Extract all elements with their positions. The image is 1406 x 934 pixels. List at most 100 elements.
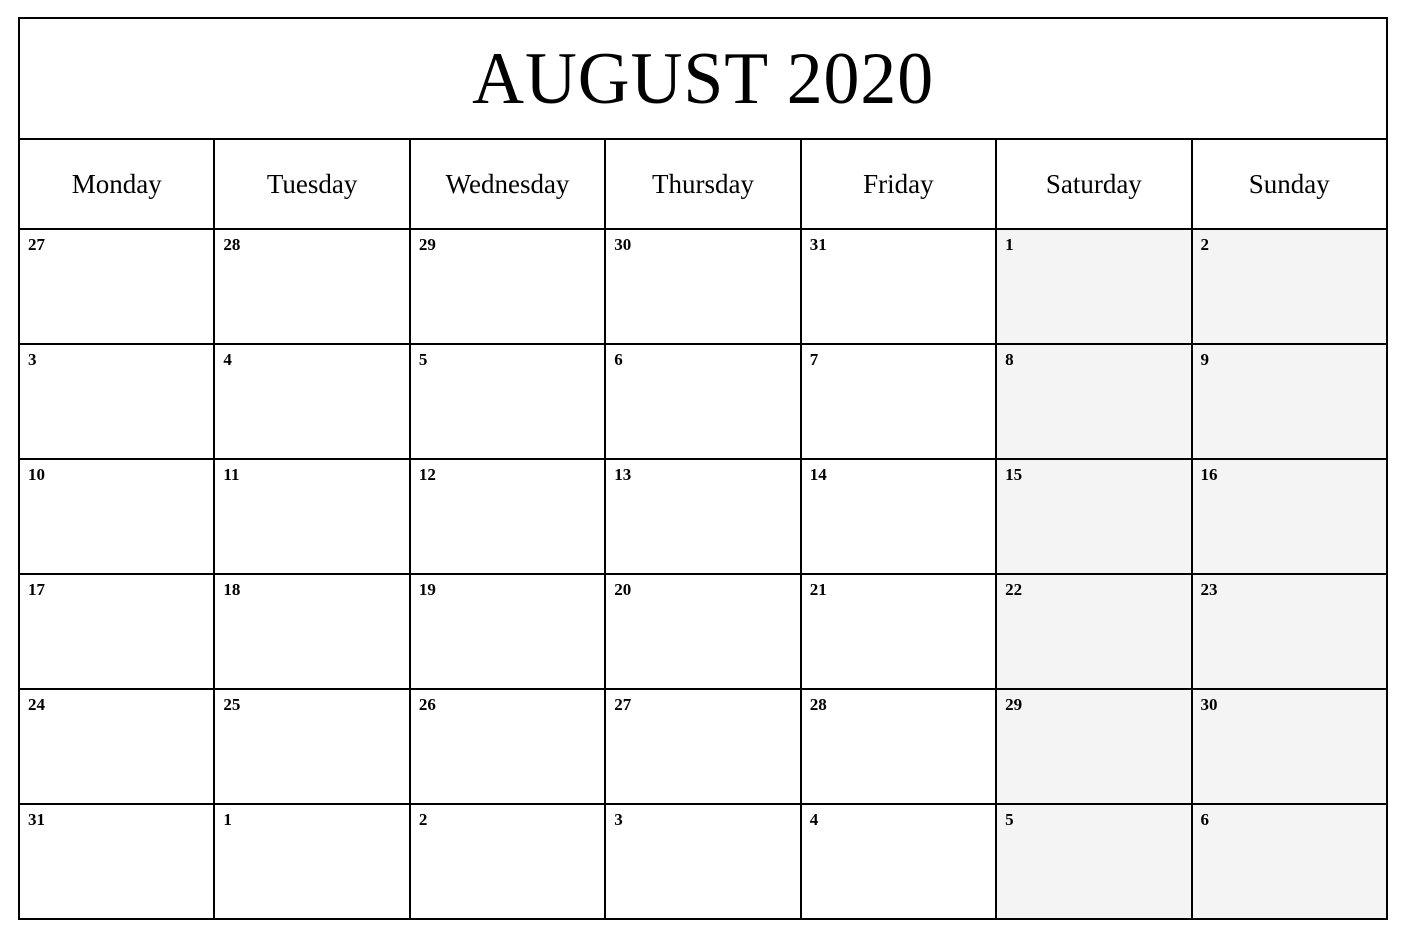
day-cell[interactable]: 1	[215, 805, 411, 918]
day-notes[interactable]	[614, 488, 793, 569]
day-cell[interactable]: 17	[20, 575, 216, 688]
day-cell[interactable]: 29	[997, 690, 1193, 803]
day-notes[interactable]	[1005, 488, 1184, 569]
day-notes[interactable]	[223, 488, 402, 569]
day-cell[interactable]: 1	[997, 230, 1193, 343]
day-cell[interactable]: 18	[215, 575, 411, 688]
weekday-header-thursday: Thursday	[606, 140, 802, 228]
day-cell[interactable]: 4	[215, 345, 411, 458]
day-cell[interactable]: 28	[801, 690, 998, 803]
day-cell[interactable]: 20	[606, 575, 802, 688]
day-notes[interactable]	[614, 718, 793, 799]
day-notes[interactable]	[419, 603, 598, 684]
day-cell[interactable]: 31	[801, 230, 998, 343]
day-cell[interactable]: 19	[410, 575, 607, 688]
day-notes[interactable]	[419, 488, 598, 569]
weekday-header-monday: Monday	[20, 140, 216, 228]
day-cell[interactable]: 13	[606, 460, 802, 573]
weekday-header-tuesday: Tuesday	[215, 140, 411, 228]
day-notes[interactable]	[810, 488, 989, 569]
day-number: 30	[1200, 695, 1218, 714]
day-cell[interactable]: 26	[410, 690, 607, 803]
day-notes[interactable]	[419, 718, 598, 799]
day-notes[interactable]	[28, 718, 207, 799]
day-cell[interactable]: 11	[215, 460, 411, 573]
day-cell[interactable]: 3	[606, 805, 802, 918]
day-notes[interactable]	[1201, 833, 1380, 914]
day-cell[interactable]: 30	[606, 230, 802, 343]
day-notes[interactable]	[810, 258, 989, 339]
day-cell[interactable]: 12	[410, 460, 607, 573]
day-notes[interactable]	[1201, 258, 1380, 339]
day-cell[interactable]: 28	[215, 230, 411, 343]
day-notes[interactable]	[28, 373, 207, 454]
day-cell[interactable]: 6	[606, 345, 802, 458]
day-number: 27	[28, 235, 45, 254]
day-number: 31	[809, 235, 827, 254]
day-notes[interactable]	[1201, 718, 1380, 799]
day-number: 5	[1005, 810, 1014, 829]
day-cell[interactable]: 16	[1192, 460, 1386, 573]
day-number: 6	[1200, 810, 1210, 829]
day-cell[interactable]: 5	[997, 805, 1193, 918]
day-notes[interactable]	[223, 718, 402, 799]
day-cell[interactable]: 25	[215, 690, 411, 803]
day-notes[interactable]	[1201, 488, 1380, 569]
day-number: 4	[223, 350, 232, 369]
day-cell[interactable]: 2	[410, 805, 607, 918]
day-cell[interactable]: 21	[801, 575, 998, 688]
day-cell[interactable]: 8	[997, 345, 1193, 458]
day-notes[interactable]	[810, 373, 989, 454]
day-notes[interactable]	[28, 258, 207, 339]
day-cell[interactable]: 6	[1192, 805, 1386, 918]
day-notes[interactable]	[223, 373, 402, 454]
day-cell[interactable]: 31	[20, 805, 216, 918]
day-notes[interactable]	[419, 373, 598, 454]
day-notes[interactable]	[28, 488, 207, 569]
day-cell[interactable]: 24	[20, 690, 216, 803]
day-cell[interactable]: 22	[997, 575, 1193, 688]
day-cell[interactable]: 2	[1192, 230, 1386, 343]
day-notes[interactable]	[810, 603, 989, 684]
day-notes[interactable]	[223, 603, 402, 684]
day-cell[interactable]: 9	[1192, 345, 1386, 458]
day-cell[interactable]: 3	[20, 345, 216, 458]
day-number: 3	[28, 350, 37, 369]
day-notes[interactable]	[419, 833, 598, 914]
day-cell[interactable]: 27	[20, 230, 216, 343]
day-cell[interactable]: 15	[997, 460, 1193, 573]
day-notes[interactable]	[1005, 258, 1184, 339]
day-notes[interactable]	[223, 258, 402, 339]
day-notes[interactable]	[1005, 833, 1184, 914]
day-notes[interactable]	[28, 833, 207, 914]
day-notes[interactable]	[810, 718, 989, 799]
weekday-header-saturday: Saturday	[997, 140, 1193, 228]
weekday-header-row: Monday Tuesday Wednesday Thursday Friday Satu…	[18, 140, 1388, 230]
calendar-title: AUGUST 2020	[471, 37, 934, 120]
day-notes[interactable]	[28, 603, 207, 684]
day-cell[interactable]: 30	[1192, 690, 1386, 803]
day-cell[interactable]: 10	[20, 460, 216, 573]
day-notes[interactable]	[419, 258, 598, 339]
day-notes[interactable]	[614, 258, 793, 339]
day-cell[interactable]: 14	[801, 460, 998, 573]
day-number: 26	[418, 695, 436, 714]
day-cell[interactable]: 4	[801, 805, 998, 918]
day-notes[interactable]	[614, 603, 793, 684]
day-cell[interactable]: 23	[1192, 575, 1386, 688]
day-notes[interactable]	[223, 833, 402, 914]
weekday-header-wednesday: Wednesday	[410, 140, 607, 228]
day-notes[interactable]	[810, 833, 989, 914]
day-notes[interactable]	[614, 373, 793, 454]
day-cell[interactable]: 27	[606, 690, 802, 803]
day-cell[interactable]: 5	[410, 345, 607, 458]
day-notes[interactable]	[1201, 373, 1380, 454]
day-number: 18	[223, 580, 241, 599]
day-notes[interactable]	[1005, 603, 1184, 684]
day-notes[interactable]	[1005, 373, 1184, 454]
day-notes[interactable]	[614, 833, 793, 914]
day-cell[interactable]: 29	[410, 230, 607, 343]
day-notes[interactable]	[1005, 718, 1184, 799]
day-notes[interactable]	[1201, 603, 1380, 684]
day-cell[interactable]: 7	[801, 345, 998, 458]
